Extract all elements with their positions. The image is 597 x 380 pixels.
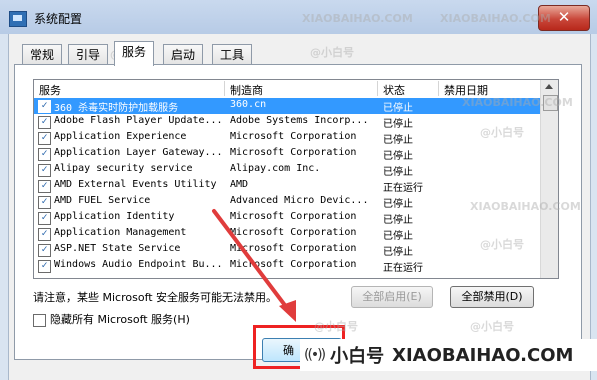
broadcast-icon: ((•)) — [304, 347, 326, 363]
hide-microsoft-services[interactable]: 隐藏所有 Microsoft 服务(H) — [33, 311, 190, 327]
service-name: Alipay security service — [54, 163, 193, 174]
service-row[interactable]: ✓ Windows Audio Endpoint Bu... Microsoft C… — [34, 258, 540, 274]
tab-tools[interactable]: 工具 — [212, 44, 253, 65]
hide-microsoft-label: 隐藏所有 Microsoft 服务(H) — [50, 313, 190, 326]
watermark-text: XIAOBAIHAO.COM — [302, 12, 413, 25]
window-title: 系统配置 — [34, 12, 83, 26]
service-checkbox[interactable]: ✓ — [38, 148, 51, 161]
service-manufacturer: AMD — [230, 179, 249, 190]
service-status: 正在运行 — [383, 263, 423, 274]
watermark-text: @小白号 — [310, 46, 354, 59]
service-name: Application Experience — [54, 131, 187, 142]
tab-services[interactable]: 服务 — [114, 41, 155, 66]
column-status[interactable]: 状态 — [383, 82, 405, 98]
service-status: 已停止 — [383, 247, 413, 258]
vertical-scrollbar[interactable] — [540, 80, 558, 278]
service-row[interactable]: ✓ Application Management Microsoft Corpora… — [34, 226, 540, 242]
service-row[interactable]: ✓ Alipay security service Alipay.com Inc. 已… — [34, 162, 540, 178]
security-note: 请注意，某些 Microsoft 安全服务可能无法禁用。 — [33, 291, 278, 304]
enable-all-button[interactable]: 全部启用(E) — [351, 286, 433, 308]
service-checkbox[interactable]: ✓ — [38, 132, 51, 145]
service-checkbox[interactable]: ✓ — [38, 100, 51, 113]
column-divider[interactable] — [377, 81, 378, 96]
service-checkbox[interactable]: ✓ — [38, 180, 51, 193]
service-name: Adobe Flash Player Update... — [54, 115, 223, 126]
service-status: 已停止 — [383, 199, 413, 210]
service-name: Application Management — [54, 227, 187, 238]
service-name: 360 杀毒实时防护加载服务 — [54, 103, 179, 114]
brand-domain: XIAOBAIHAO.COM — [392, 344, 574, 366]
service-manufacturer: Microsoft Corporation — [230, 147, 357, 158]
service-status: 正在运行 — [383, 183, 423, 194]
disable-all-button[interactable]: 全部禁用(D) — [450, 286, 534, 308]
list-header: 服务 制造商 状态 禁用日期 — [34, 80, 540, 97]
service-status: 已停止 — [383, 135, 413, 146]
service-name: ASP.NET State Service — [54, 243, 181, 254]
service-name: AMD FUEL Service — [54, 195, 151, 206]
scroll-up-icon[interactable] — [545, 84, 553, 89]
watermark-text: @小白号 — [470, 320, 514, 333]
watermark-text: @小白号 — [480, 126, 524, 139]
service-row[interactable]: ✓ AMD External Events Utility AMD 正在运行 — [34, 178, 540, 194]
service-status: 已停止 — [383, 167, 413, 178]
service-name: AMD External Events Utility — [54, 179, 217, 190]
watermark-text: XIAOBAIHAO.COM — [462, 96, 573, 109]
service-row[interactable]: ✓ ASP.NET State Service Microsoft Corporat… — [34, 242, 540, 258]
service-checkbox[interactable]: ✓ — [38, 260, 51, 273]
service-manufacturer: Microsoft Corporation — [230, 211, 357, 222]
column-divider[interactable] — [438, 81, 439, 96]
service-manufacturer: Adobe Systems Incorp... — [230, 115, 369, 126]
service-row[interactable]: ✓ Application Identity Microsoft Corporati… — [34, 210, 540, 226]
service-status: 已停止 — [383, 119, 413, 130]
service-status: 已停止 — [383, 231, 413, 242]
system-config-icon — [9, 11, 27, 27]
service-manufacturer: Microsoft Corporation — [230, 227, 357, 238]
service-checkbox[interactable]: ✓ — [38, 164, 51, 177]
watermark-text: @小白号 — [314, 320, 358, 333]
service-manufacturer: 360.cn — [230, 99, 267, 110]
service-row[interactable]: ✓ AMD FUEL Service Advanced Micro Devic...… — [34, 194, 540, 210]
service-row[interactable]: ✓ Application Experience Microsoft Corpora… — [34, 130, 540, 146]
service-checkbox[interactable]: ✓ — [38, 244, 51, 257]
column-service[interactable]: 服务 — [39, 82, 61, 98]
service-row[interactable]: ✓ Adobe Flash Player Update... Adobe Syste… — [34, 114, 540, 130]
brand-banner: ((•)) 小白号 XIAOBAIHAO.COM — [300, 339, 597, 371]
brand-name: 小白号 — [330, 346, 385, 367]
column-manufacturer[interactable]: 制造商 — [230, 82, 263, 98]
service-status: 已停止 — [383, 151, 413, 162]
service-manufacturer: Microsoft Corporation — [230, 259, 357, 270]
service-row[interactable]: ✓ Application Layer Gateway... Microsoft C… — [34, 146, 540, 162]
service-manufacturer: Microsoft Corporation — [230, 131, 357, 142]
service-checkbox[interactable]: ✓ — [38, 212, 51, 225]
column-divider[interactable] — [224, 81, 225, 96]
hide-microsoft-checkbox[interactable] — [33, 313, 46, 327]
service-manufacturer: Microsoft Corporation — [230, 243, 357, 254]
watermark-text: @小白号 — [480, 238, 524, 251]
service-name: Application Layer Gateway... — [54, 147, 223, 158]
service-status: 已停止 — [383, 103, 413, 114]
service-checkbox[interactable]: ✓ — [38, 116, 51, 129]
service-name: Application Identity — [54, 211, 175, 222]
tab-startup[interactable]: 启动 — [163, 44, 204, 65]
service-checkbox[interactable]: ✓ — [38, 196, 51, 209]
watermark-text: XIAOBAIHAO.COM — [440, 12, 551, 25]
service-name: Windows Audio Endpoint Bu... — [54, 259, 223, 270]
service-status: 已停止 — [383, 215, 413, 226]
service-checkbox[interactable]: ✓ — [38, 228, 51, 241]
tab-general[interactable]: 常规 — [22, 44, 63, 65]
watermark-text: XIAOBAIHAO.COM — [470, 200, 581, 213]
tab-boot[interactable]: 引导 — [68, 44, 109, 65]
service-manufacturer: Alipay.com Inc. — [230, 163, 321, 174]
service-manufacturer: Advanced Micro Devic... — [230, 195, 369, 206]
